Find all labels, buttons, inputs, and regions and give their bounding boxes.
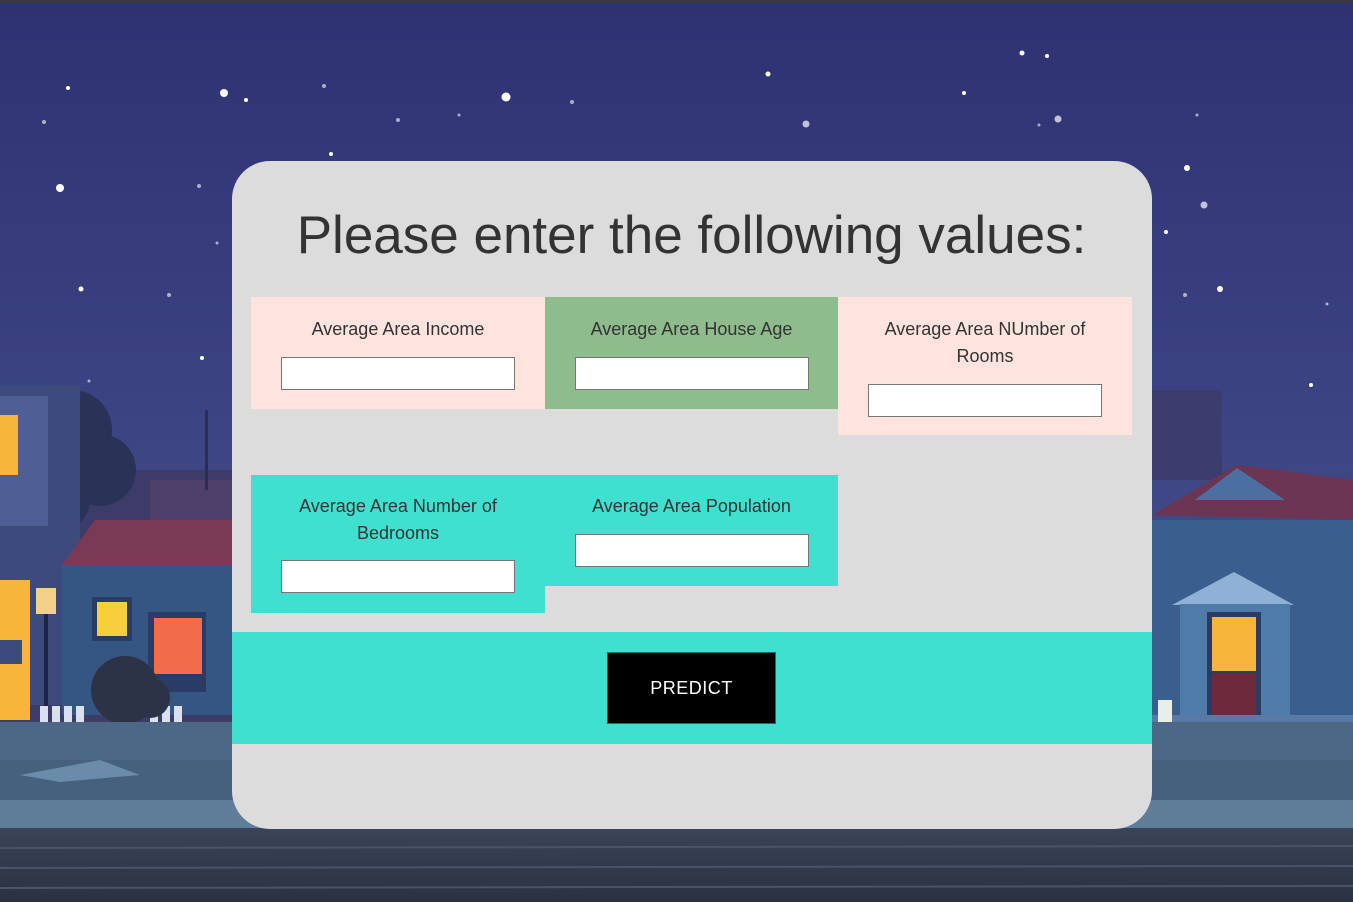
field-label: Average Area Income xyxy=(311,319,485,339)
field-average-area-number-of-bedrooms: Average Area Number of Bedrooms xyxy=(251,475,545,613)
average-area-number-of-rooms-input[interactable] xyxy=(868,384,1102,417)
field-average-area-house-age: Average Area House Age xyxy=(545,297,838,409)
form-title: Please enter the following values: xyxy=(296,206,1087,265)
field-average-area-income: Average Area Income xyxy=(251,297,545,409)
average-area-house-age-input[interactable] xyxy=(574,357,809,390)
field-average-area-population: Average Area Population xyxy=(545,475,838,586)
predict-button[interactable]: PREDICT xyxy=(607,652,776,724)
window-top-edge xyxy=(0,0,1353,3)
field-label: Average Area Number of Bedrooms xyxy=(299,496,497,543)
average-area-population-input[interactable] xyxy=(574,534,809,567)
field-label: Average Area Population xyxy=(592,496,791,516)
average-area-number-of-bedrooms-input[interactable] xyxy=(281,560,515,593)
field-label: Average Area NUmber of Rooms xyxy=(884,319,1086,366)
field-label: Average Area House Age xyxy=(590,319,793,339)
average-area-income-input[interactable] xyxy=(281,357,515,390)
field-average-area-number-of-rooms: Average Area NUmber of Rooms xyxy=(838,297,1132,435)
